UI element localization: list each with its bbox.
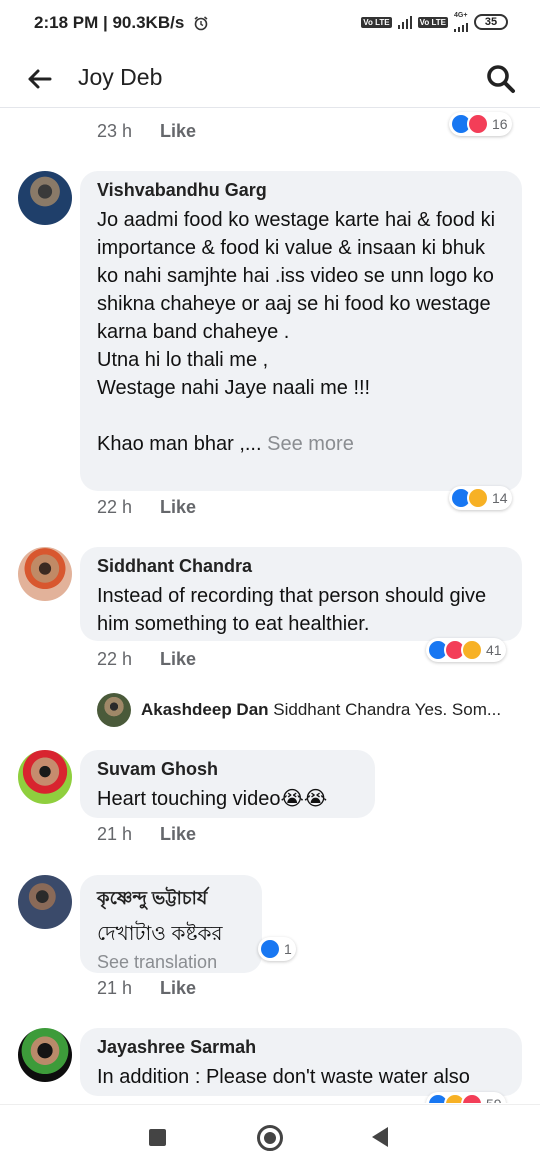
love-reaction-icon (461, 1093, 483, 1103)
like-button[interactable]: Like (160, 978, 196, 999)
reaction-summary[interactable]: 14 (449, 486, 512, 510)
reaction-count: 1 (284, 941, 292, 957)
avatar[interactable] (18, 547, 72, 601)
reaction-count: 41 (486, 642, 502, 658)
comment-author[interactable]: কৃষ্ণেন্দু ভট্টাচার্য (97, 884, 245, 915)
sad-reaction-icon (467, 487, 489, 509)
comment-bubble: কৃষ্ণেন্দু ভট্টাচার্য দেখাটাও কষ্টকর See… (80, 875, 262, 973)
see-translation-link[interactable]: See translation (97, 952, 245, 973)
comment-text: Jo aadmi food ko westage karte hai & foo… (97, 206, 505, 458)
reaction-count: 59 (486, 1096, 502, 1103)
battery-icon: 35 (474, 14, 508, 30)
signal-4g: 4G+ (454, 12, 468, 32)
reaction-count: 16 (492, 116, 508, 132)
reaction-count: 14 (492, 490, 508, 506)
comment-time: 21 h (97, 824, 133, 844)
status-bar: 2:18 PM | 90.3KB/s Vo LTE Vo LTE 4G+ 35 (0, 0, 540, 50)
comment-body: Jo aadmi food ko westage karte hai & foo… (97, 209, 496, 455)
reaction-summary[interactable]: 59 (426, 1092, 506, 1103)
comment-bubble: Siddhant Chandra Instead of recording th… (80, 547, 522, 641)
status-icons: Vo LTE Vo LTE 4G+ 35 (361, 12, 508, 32)
volte-badge-2: Vo LTE (417, 16, 448, 28)
comment-meta: 21 h Like (97, 978, 196, 999)
avatar[interactable] (18, 875, 72, 929)
page-header: Joy Deb (0, 50, 540, 108)
reply-text: Akashdeep Dan Siddhant Chandra Yes. Som.… (141, 700, 501, 720)
comment-text: Instead of recording that person should … (97, 585, 487, 635)
comment-meta: 21 h Like (97, 824, 196, 845)
status-time: 2:18 PM | 90.3KB/s (34, 13, 185, 32)
comment-time: 21 h (97, 978, 133, 998)
arrow-left-icon[interactable] (24, 64, 54, 94)
love-reaction-icon (467, 113, 489, 135)
comment-author[interactable]: Vishvabandhu Garg (97, 180, 505, 201)
square-icon[interactable] (149, 1129, 166, 1146)
comment-text: In addition : Please don't waste water a… (97, 1066, 470, 1088)
comment-author[interactable]: Siddhant Chandra (97, 556, 505, 577)
comment-time: 22 h (97, 649, 133, 669)
sad-reaction-icon (461, 639, 483, 661)
like-button[interactable]: Like (160, 121, 196, 142)
system-nav-bar (0, 1104, 540, 1170)
alarm-icon (194, 16, 208, 31)
signal-icon (397, 15, 412, 29)
like-button[interactable]: Like (160, 497, 196, 518)
like-button[interactable]: Like (160, 824, 196, 845)
reaction-summary[interactable]: 16 (449, 112, 512, 136)
comment-bubble: Suvam Ghosh Heart touching video😭😭 (80, 750, 375, 818)
comment-time: 22 h (97, 497, 133, 517)
comment-bubble: Jayashree Sarmah In addition : Please do… (80, 1028, 522, 1096)
search-icon[interactable] (484, 62, 518, 96)
network-type: 4G+ (454, 12, 468, 19)
comment-time: 23 h (97, 121, 133, 141)
avatar (97, 693, 131, 727)
comment-bubble: Vishvabandhu Garg Jo aadmi food ko westa… (80, 171, 522, 491)
signal-icon-2 (454, 19, 468, 32)
like-reaction-icon (259, 938, 281, 960)
reply-preview[interactable]: Akashdeep Dan Siddhant Chandra Yes. Som.… (97, 693, 517, 727)
comment-author[interactable]: Suvam Ghosh (97, 759, 358, 780)
reply-body: Siddhant Chandra Yes. Som... (273, 700, 502, 719)
page-title: Joy Deb (78, 64, 163, 90)
like-button[interactable]: Like (160, 649, 196, 670)
comment-meta: 22 h Like (97, 497, 196, 518)
triangle-back-icon[interactable] (372, 1127, 388, 1147)
volte-badge: Vo LTE (361, 16, 392, 28)
comment-meta: 23 h Like (97, 121, 196, 142)
avatar[interactable] (18, 171, 72, 225)
avatar[interactable] (18, 1028, 72, 1082)
see-more-link[interactable]: See more (267, 433, 354, 455)
comment-text: Heart touching video😭😭 (97, 788, 328, 810)
reaction-summary[interactable]: 41 (426, 638, 506, 662)
reply-author[interactable]: Akashdeep Dan (141, 700, 269, 719)
reaction-summary[interactable]: 1 (258, 937, 296, 961)
comments-list: 23 h Like 16 Vishvabandhu Garg Jo aadmi … (0, 109, 540, 1103)
comment-meta: 22 h Like (97, 649, 196, 670)
comment-text: দেখাটাও কষ্টকর (97, 923, 223, 945)
comment-author[interactable]: Jayashree Sarmah (97, 1037, 505, 1058)
circle-icon[interactable] (257, 1125, 283, 1151)
avatar[interactable] (18, 750, 72, 804)
